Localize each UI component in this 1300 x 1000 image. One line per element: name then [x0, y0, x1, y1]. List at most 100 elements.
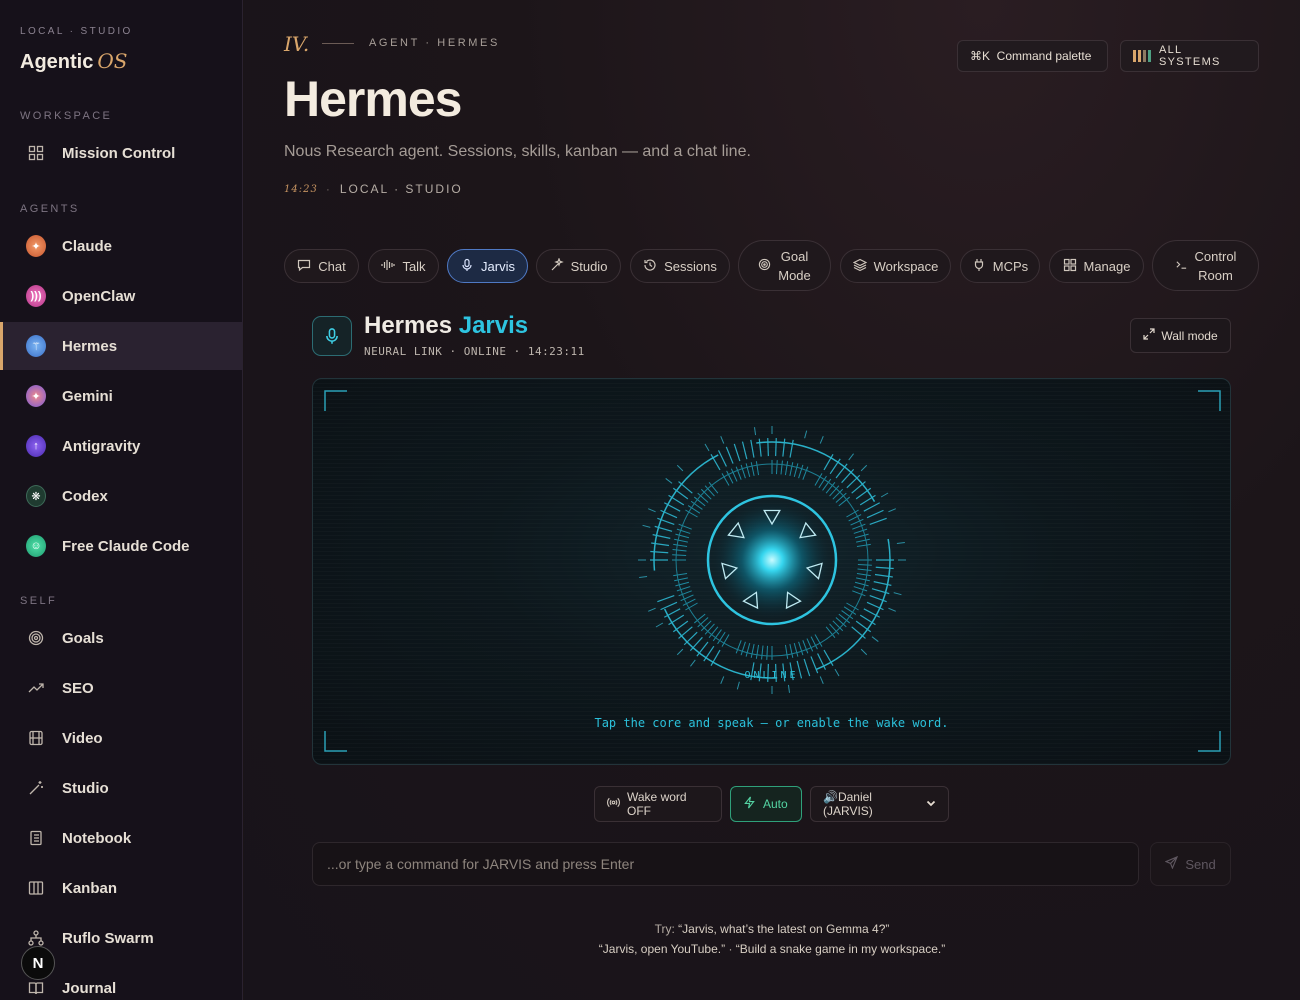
- sidebar-item-free-claude-code[interactable]: ☺ Free Claude Code: [0, 522, 242, 570]
- auto-toggle[interactable]: Auto: [730, 786, 802, 822]
- free-claude-code-icon: ☺: [26, 535, 46, 557]
- openclaw-icon: ))): [26, 285, 46, 307]
- send-icon: [1164, 855, 1179, 872]
- brand-name: Agentic: [20, 51, 94, 73]
- sidebar-item-label: Notebook: [62, 829, 132, 847]
- sidebar-item-label: Hermes: [62, 337, 118, 355]
- sidebar-item-goals[interactable]: Goals: [0, 614, 242, 662]
- sidebar-item-label: SEO: [62, 679, 94, 697]
- tab-workspace[interactable]: Workspace: [840, 249, 951, 283]
- example-prompt[interactable]: “Build a snake game in my workspace.”: [736, 942, 945, 956]
- sidebar-item-label: Free Claude Code: [62, 537, 190, 555]
- tab-sessions[interactable]: Sessions: [630, 249, 730, 283]
- target-icon: [26, 628, 46, 648]
- broadcast-icon: [607, 796, 620, 812]
- notebook-icon: [26, 828, 46, 848]
- sidebar-item-codex[interactable]: ❋ Codex: [0, 472, 242, 520]
- tab-manage[interactable]: Manage: [1049, 249, 1144, 283]
- antigravity-icon: ↑: [26, 435, 46, 457]
- kanban-icon: [26, 878, 46, 898]
- brand-accent: OS: [97, 49, 128, 73]
- swarm-icon: [26, 928, 46, 948]
- sidebar-item-notebook[interactable]: Notebook: [0, 814, 242, 862]
- tab-control-room[interactable]: Control Room: [1152, 240, 1259, 291]
- section-label-self: SELF: [20, 595, 58, 607]
- mic-icon: [460, 258, 474, 275]
- next-badge[interactable]: N: [21, 946, 55, 980]
- sidebar-item-openclaw[interactable]: ))) OpenClaw: [0, 272, 242, 320]
- brand-logo[interactable]: Agentic OS: [20, 49, 127, 74]
- jarvis-title: Hermes Jarvis: [364, 312, 529, 339]
- tab-mcps[interactable]: MCPs: [960, 249, 1040, 283]
- location-label: LOCAL · STUDIO: [339, 182, 463, 196]
- page-kicker: AGENT · HERMES: [369, 37, 500, 49]
- system-status-icon: [1133, 50, 1151, 62]
- jarvis-core[interactable]: [622, 410, 922, 710]
- sidebar-item-label: Mission Control: [62, 144, 176, 162]
- sidebar-item-gemini[interactable]: ✦ Gemini: [0, 372, 242, 420]
- history-icon: [643, 258, 657, 275]
- page-subtitle: Nous Research agent. Sessions, skills, k…: [284, 143, 751, 160]
- voice-select[interactable]: 🔊Daniel (JARVIS): [810, 786, 949, 822]
- sidebar-item-label: Kanban: [62, 879, 118, 897]
- tab-goal-mode[interactable]: Goal Mode: [738, 240, 831, 291]
- example-prompt[interactable]: “Jarvis, what’s the latest on Gemma 4?”: [678, 922, 889, 936]
- wand-icon: [26, 778, 46, 798]
- chat-icon: [297, 258, 311, 275]
- sidebar-item-claude[interactable]: ✦ Claude: [0, 222, 242, 270]
- codex-icon: ❋: [26, 485, 46, 507]
- bolt-icon: [743, 796, 756, 812]
- gemini-icon: ✦: [26, 385, 46, 407]
- section-label-agents: AGENTS: [20, 203, 80, 215]
- sidebar-item-studio[interactable]: Studio: [0, 764, 242, 812]
- chevron-down-icon: [926, 797, 936, 811]
- tab-jarvis[interactable]: Jarvis: [447, 249, 528, 283]
- meta-row: 14:23 · LOCAL · STUDIO: [284, 182, 463, 196]
- manage-grid-icon: [1063, 258, 1077, 275]
- clock-time: 14:23: [284, 183, 318, 195]
- sidebar-item-video[interactable]: Video: [0, 714, 242, 762]
- tab-studio[interactable]: Studio: [536, 249, 621, 283]
- sidebar-item-hermes[interactable]: ⚚ Hermes: [0, 322, 242, 370]
- command-palette-button[interactable]: ⌘K Command palette: [957, 40, 1108, 72]
- sidebar-item-kanban[interactable]: Kanban: [0, 864, 242, 912]
- sidebar-item-label: Ruflo Swarm: [62, 929, 154, 947]
- film-icon: [26, 728, 46, 748]
- sidebar-item-label: Goals: [62, 629, 104, 647]
- sidebar-item-label: Journal: [62, 979, 117, 997]
- grid-icon: [26, 143, 46, 163]
- plug-icon: [972, 258, 986, 275]
- target-icon: [758, 258, 771, 274]
- brand-kicker: LOCAL · STUDIO: [20, 26, 133, 37]
- wake-word-toggle[interactable]: Wake word OFF: [594, 786, 722, 822]
- sidebar-item-label: Gemini: [62, 387, 113, 405]
- sidebar-item-label: Codex: [62, 487, 108, 505]
- sidebar-item-mission-control[interactable]: Mission Control: [0, 129, 242, 177]
- tab-chat[interactable]: Chat: [284, 249, 359, 283]
- main-content: IV. AGENT · HERMES Hermes Nous Research …: [244, 0, 1300, 1000]
- tab-talk[interactable]: Talk: [368, 249, 439, 283]
- command-input[interactable]: [312, 842, 1139, 886]
- book-icon: [26, 978, 46, 998]
- send-button[interactable]: Send: [1150, 842, 1231, 886]
- claude-icon: ✦: [26, 235, 46, 257]
- hermes-icon: ⚚: [26, 335, 46, 357]
- divider: [322, 43, 354, 44]
- sidebar-item-label: Antigravity: [62, 437, 141, 455]
- layers-icon: [852, 258, 867, 275]
- all-systems-button[interactable]: ALL SYSTEMS: [1120, 40, 1259, 72]
- sidebar-item-label: OpenClaw: [62, 287, 136, 305]
- sidebar-item-label: Studio: [62, 779, 109, 797]
- sidebar-item-antigravity[interactable]: ↑ Antigravity: [0, 422, 242, 470]
- jarvis-mic-icon: [312, 316, 352, 356]
- jarvis-status: NEURAL LINK · ONLINE · 14:23:11: [364, 345, 585, 358]
- sidebar-item-seo[interactable]: SEO: [0, 664, 242, 712]
- example-prompt[interactable]: “Jarvis, open YouTube.”: [599, 942, 725, 956]
- sidebar-item-label: Claude: [62, 237, 113, 255]
- stage-hint: Tap the core and speak — or enable the w…: [594, 716, 949, 730]
- core-status: ONLINE: [744, 670, 799, 681]
- sidebar: LOCAL · STUDIO Agentic OS WORKSPACE Missi…: [0, 0, 243, 1000]
- waveform-icon: [381, 258, 396, 275]
- wall-mode-button[interactable]: Wall mode: [1130, 318, 1231, 353]
- jarvis-stage: ONLINE Tap the core and speak — or enabl…: [312, 378, 1231, 765]
